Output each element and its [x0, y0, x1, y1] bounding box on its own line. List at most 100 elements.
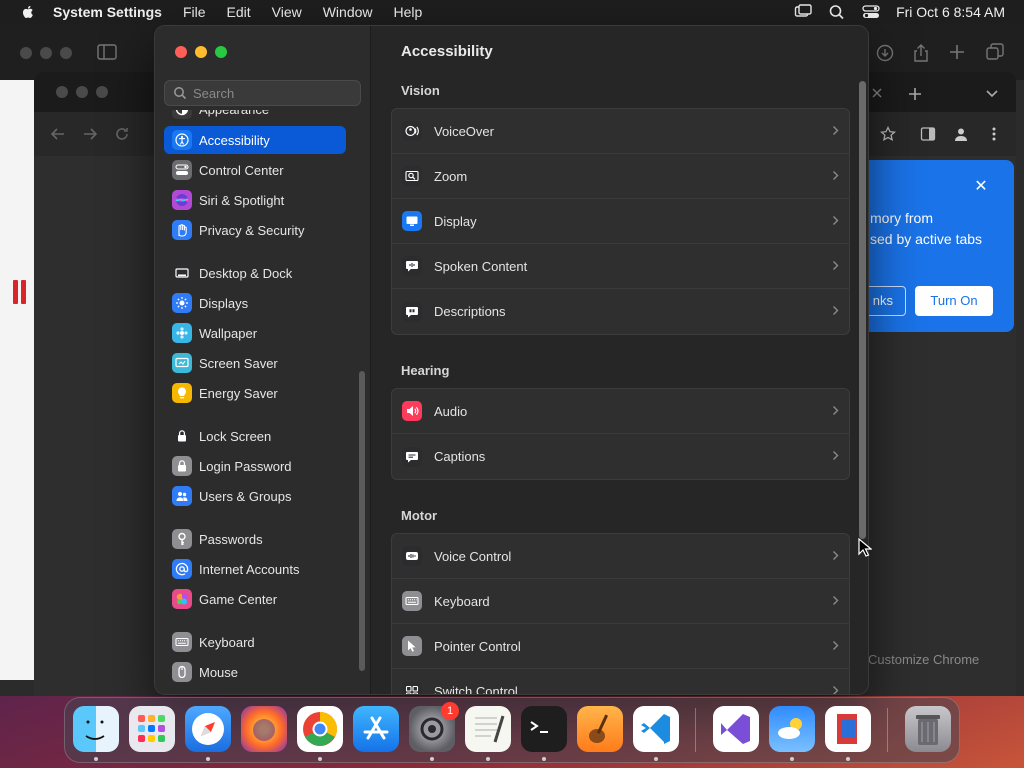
garageband-icon[interactable]: [577, 706, 623, 752]
close-tab-icon[interactable]: [872, 88, 882, 98]
sidebar-item-keyboard[interactable]: Keyboard: [164, 628, 346, 656]
visual-studio-icon[interactable]: [713, 706, 759, 752]
menu-help[interactable]: Help: [394, 4, 423, 20]
main-scrollbar[interactable]: [859, 81, 866, 539]
sidebar-list: Appearance Accessibility Control Center Sir…: [164, 110, 364, 694]
sidebar-item-energy-saver[interactable]: Energy Saver: [164, 379, 346, 407]
menu-view[interactable]: View: [272, 4, 302, 20]
switch-control-icon: [402, 681, 422, 694]
sidebar-item-lock-screen[interactable]: Lock Screen: [164, 422, 346, 450]
bookmark-star-icon[interactable]: [880, 126, 896, 142]
chevron-right-icon: [833, 451, 839, 460]
firefox-icon[interactable]: [241, 706, 287, 752]
safari-icon[interactable]: [185, 706, 231, 752]
search-input[interactable]: [193, 85, 353, 101]
settings-row-voice-control[interactable]: Voice Control: [392, 534, 849, 579]
sidebar-item-mouse[interactable]: Mouse: [164, 658, 346, 686]
new-tab-icon[interactable]: [949, 44, 965, 60]
sidebar-item-screen-saver[interactable]: Screen Saver: [164, 349, 346, 377]
sidebar-item-label: Internet Accounts: [199, 561, 300, 577]
tab-search-chevron-icon[interactable]: [986, 90, 998, 98]
window-minimize-button[interactable]: [76, 86, 88, 98]
sidebar-item-internet-accounts[interactable]: Internet Accounts: [164, 555, 346, 583]
vscode-icon[interactable]: [633, 706, 679, 752]
textedit-icon[interactable]: [465, 706, 511, 752]
customize-chrome-button[interactable]: Customize Chrome: [868, 652, 979, 667]
sidebar-item-siri-spotlight[interactable]: Siri & Spotlight: [164, 186, 346, 214]
sidebar-item-displays[interactable]: Displays: [164, 289, 346, 317]
close-window-button[interactable]: [175, 46, 187, 58]
window-close-button[interactable]: [56, 86, 68, 98]
tab-overview-icon[interactable]: [986, 43, 1004, 61]
settings-row-label: Display: [434, 213, 477, 229]
download-icon[interactable]: [876, 44, 894, 62]
sidebar-item-appearance[interactable]: Appearance: [164, 110, 346, 123]
weather-icon[interactable]: [769, 706, 815, 752]
sidebar-item-desktop-dock[interactable]: Desktop & Dock: [164, 259, 346, 287]
app-store-icon[interactable]: [353, 706, 399, 752]
settings-row-audio[interactable]: Audio: [392, 389, 849, 434]
popup-close-icon[interactable]: ✕: [974, 179, 988, 195]
sidebar-item-accessibility[interactable]: Accessibility: [164, 126, 346, 154]
window-zoom-button[interactable]: [96, 86, 108, 98]
sidebar-item-label: Keyboard: [199, 634, 255, 650]
sidebar-item-label: Displays: [199, 295, 249, 311]
app-menu-system-settings[interactable]: System Settings: [53, 4, 162, 20]
sidebar-item-label: Appearance: [199, 110, 269, 117]
settings-row-keyboard[interactable]: Keyboard: [392, 579, 849, 624]
new-tab-icon[interactable]: [908, 87, 922, 101]
sidebar-toggle-icon[interactable]: [97, 44, 117, 60]
apple-menu-icon[interactable]: [19, 3, 37, 21]
settings-row-voiceover[interactable]: VoiceOver: [392, 109, 849, 154]
minimize-window-button[interactable]: [195, 46, 207, 58]
terminal-icon[interactable]: [521, 706, 567, 752]
share-icon[interactable]: [912, 43, 930, 63]
menu-window[interactable]: Window: [323, 4, 373, 20]
system-settings-icon[interactable]: 1: [409, 702, 459, 752]
sidebar-item-label: Accessibility: [199, 132, 270, 148]
menu-bar-clock[interactable]: Fri Oct 6 8:54 AM: [896, 4, 1005, 20]
settings-row-switch-control[interactable]: Switch Control: [392, 669, 849, 694]
settings-row-zoom[interactable]: Zoom: [392, 154, 849, 199]
control-center-icon[interactable]: [862, 4, 880, 20]
popup-turn-on-button[interactable]: Turn On: [915, 286, 993, 316]
launchpad-icon[interactable]: [129, 706, 175, 752]
sidebar-item-privacy-security[interactable]: Privacy & Security: [164, 216, 346, 244]
sidebar-item-passwords[interactable]: Passwords: [164, 525, 346, 553]
forward-arrow-icon[interactable]: [82, 126, 98, 142]
sidebar-item-login-password[interactable]: Login Password: [164, 452, 346, 480]
sidebar-scrollbar[interactable]: [359, 371, 365, 671]
window-minimize-button[interactable]: [40, 47, 52, 59]
settings-row-display[interactable]: Display: [392, 199, 849, 244]
chrome-icon[interactable]: [297, 706, 343, 752]
captions-icon: [402, 446, 422, 467]
sidebar-item-control-center[interactable]: Control Center: [164, 156, 346, 184]
window-close-button[interactable]: [20, 47, 32, 59]
settings-row-spoken-content[interactable]: Spoken Content: [392, 244, 849, 289]
reload-icon[interactable]: [114, 126, 130, 142]
trash-icon[interactable]: [905, 706, 951, 752]
chevron-right-icon: [833, 306, 839, 315]
spotlight-search-icon[interactable]: [828, 4, 846, 20]
zoom-window-button[interactable]: [215, 46, 227, 58]
remote-desktop-icon[interactable]: [825, 706, 871, 752]
menu-edit[interactable]: Edit: [227, 4, 251, 20]
keyboard-icon: [172, 632, 192, 652]
appearance-icon: [172, 110, 192, 119]
settings-row-pointer-control[interactable]: Pointer Control: [392, 624, 849, 669]
sidebar-item-users-groups[interactable]: Users & Groups: [164, 482, 346, 510]
settings-row-label: Spoken Content: [434, 258, 528, 274]
side-panel-icon[interactable]: [920, 126, 936, 142]
sidebar-item-wallpaper[interactable]: Wallpaper: [164, 319, 346, 347]
settings-row-descriptions[interactable]: Descriptions: [392, 289, 849, 334]
section-heading-motor: Motor: [401, 508, 438, 523]
screen-mirroring-icon[interactable]: [794, 4, 812, 20]
profile-icon[interactable]: [953, 126, 969, 142]
settings-row-captions[interactable]: Captions: [392, 434, 849, 479]
more-menu-icon[interactable]: [986, 126, 1002, 142]
window-zoom-button[interactable]: [60, 47, 72, 59]
sidebar-item-game-center[interactable]: Game Center: [164, 585, 346, 613]
back-arrow-icon[interactable]: [50, 126, 66, 142]
menu-file[interactable]: File: [183, 4, 206, 20]
finder-icon[interactable]: [73, 706, 119, 752]
